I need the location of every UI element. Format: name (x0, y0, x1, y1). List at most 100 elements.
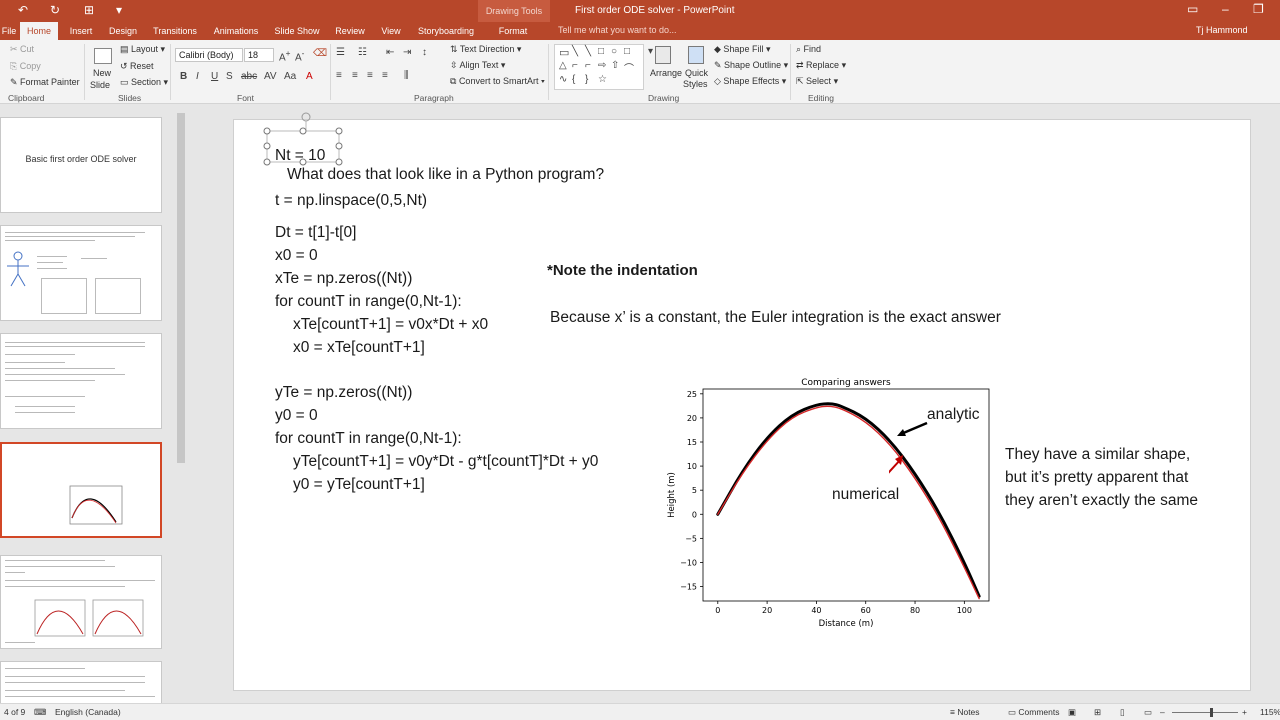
new-slide-icon[interactable] (94, 48, 112, 64)
tab-insert[interactable]: Insert (64, 22, 98, 40)
slide-thumbnail-2[interactable] (0, 225, 162, 321)
code-line[interactable]: for countT in range(0,Nt-1): (275, 430, 462, 448)
rotate-handle[interactable] (301, 112, 311, 122)
normal-view-icon[interactable]: ▣ (1068, 707, 1076, 718)
notes-button[interactable]: ≡ Notes (950, 707, 980, 717)
tab-design[interactable]: Design (104, 22, 142, 40)
code-line[interactable]: t = np.linspace(0,5,Nt) (275, 192, 427, 210)
code-line[interactable]: Dt = t[1]-t[0] (275, 224, 356, 242)
format-painter-button[interactable]: ✎ Format Painter (10, 77, 80, 88)
text-direction-button[interactable]: ⇅ Text Direction ▾ (450, 44, 521, 55)
maximize-icon[interactable]: ❐ (1253, 2, 1264, 16)
scrollbar-thumb[interactable] (177, 113, 185, 463)
resize-handle[interactable] (263, 127, 271, 135)
code-line[interactable]: x0 = 0 (275, 247, 318, 265)
spelling-icon[interactable]: ⌨ (34, 707, 46, 718)
redo-icon[interactable]: ↻ (50, 3, 60, 17)
shape-star-icon[interactable]: ☆ (598, 74, 607, 85)
minimize-icon[interactable]: – (1222, 2, 1229, 16)
resize-handle[interactable] (263, 158, 271, 166)
shape-triangle-icon[interactable]: △ (559, 60, 567, 71)
code-line[interactable]: xTe[countT+1] = v0x*Dt + x0 (293, 316, 488, 334)
convert-smartart-button[interactable]: ⧉ Convert to SmartArt ▾ (450, 76, 545, 87)
align-text-button[interactable]: ⇳ Align Text ▾ (450, 60, 505, 71)
quick-styles-button[interactable]: Quick (685, 68, 708, 78)
shape-freeform-icon[interactable]: ∿ (559, 74, 567, 85)
reading-view-icon[interactable]: ▯ (1120, 707, 1125, 718)
customize-quick-access-icon[interactable]: ▾ (116, 3, 122, 17)
underline-icon[interactable]: U (211, 71, 218, 82)
slide-canvas[interactable]: Nt = 10 What does that look like in a Py… (233, 112, 1251, 691)
ribbon-display-icon[interactable]: ▭ (1187, 2, 1198, 16)
resize-handle[interactable] (263, 142, 271, 150)
layout-button[interactable]: ▤ Layout ▾ (120, 44, 165, 55)
select-button[interactable]: ⇱ Select ▾ (796, 76, 838, 87)
slide-heading[interactable]: What does that look like in a Python pro… (287, 166, 604, 184)
slide-thumbnail-4-selected[interactable] (0, 442, 162, 538)
resize-handle[interactable] (335, 158, 343, 166)
char-spacing-icon[interactable]: AV (264, 71, 277, 82)
arrange-icon[interactable] (655, 46, 671, 64)
slide-sorter-icon[interactable]: ⊞ (1094, 707, 1101, 718)
italic-icon[interactable]: I (196, 71, 199, 82)
section-button[interactable]: ▭ Section ▾ (120, 77, 168, 88)
shrink-font-icon[interactable]: A- (295, 48, 304, 63)
shape-textbox-icon[interactable]: ▭ (559, 46, 569, 59)
slideshow-view-icon[interactable]: ▭ (1144, 707, 1152, 718)
quick-styles-icon[interactable] (688, 46, 704, 64)
code-line[interactable]: for countT in range(0,Nt-1): (275, 293, 462, 311)
nt-textbox[interactable]: Nt = 10 (275, 147, 325, 165)
code-line[interactable]: y0 = 0 (275, 407, 318, 425)
slide-thumbnail-3[interactable] (0, 333, 162, 429)
slide-thumbnail-6[interactable] (0, 661, 162, 703)
gallery-scroll-icon[interactable]: ▾ (648, 46, 653, 57)
indentation-note[interactable]: *Note the indentation (547, 262, 698, 279)
tab-view[interactable]: View (376, 22, 406, 40)
tab-animations[interactable]: Animations (210, 22, 262, 40)
shape-arrow-up-icon[interactable]: ⇧ (611, 60, 619, 71)
thumbnail-scrollbar[interactable] (176, 105, 186, 703)
new-slide-button[interactable]: New (93, 68, 111, 78)
tab-storyboarding[interactable]: Storyboarding (414, 22, 478, 40)
new-slide-button-line2[interactable]: Slide (90, 80, 110, 90)
shape-effects-button[interactable]: ◇ Shape Effects ▾ (714, 76, 786, 87)
comment-line[interactable]: They have a similar shape, (1005, 446, 1190, 464)
reset-button[interactable]: ↺ Reset (120, 61, 154, 72)
tab-home[interactable]: Home (20, 22, 58, 40)
bold-icon[interactable]: B (180, 71, 187, 82)
cut-button[interactable]: ✂ Cut (10, 44, 34, 55)
align-right-icon[interactable]: ≡ (367, 70, 373, 81)
slide-thumbnail-5[interactable] (0, 555, 162, 649)
zoom-level[interactable]: 115% (1260, 707, 1280, 717)
tab-transitions[interactable]: Transitions (150, 22, 200, 40)
undo-icon[interactable]: ↶ (18, 3, 28, 17)
shape-line-icon[interactable]: ╲ (585, 46, 591, 57)
user-name[interactable]: Tj Hammond (1196, 25, 1248, 35)
tab-format[interactable]: Format (490, 22, 536, 40)
code-line[interactable]: y0 = yTe[countT+1] (293, 476, 425, 494)
slide-thumbnail-1[interactable]: Basic first order ODE solver (0, 117, 162, 213)
copy-button[interactable]: ⎘ Copy (10, 61, 41, 72)
zoom-slider-thumb[interactable] (1210, 708, 1213, 717)
align-left-icon[interactable]: ≡ (336, 70, 342, 81)
resize-handle[interactable] (335, 142, 343, 150)
shape-rectangle-icon[interactable]: □ (624, 46, 630, 57)
zoom-in-icon[interactable]: + (1242, 707, 1247, 717)
zoom-slider[interactable] (1172, 712, 1238, 713)
shape-outline-button[interactable]: ✎ Shape Outline ▾ (714, 60, 788, 71)
change-case-icon[interactable]: Aa (284, 71, 296, 82)
quick-styles-button-line2[interactable]: Styles (683, 79, 708, 89)
tab-review[interactable]: Review (332, 22, 368, 40)
replace-button[interactable]: ⇄ Replace ▾ (796, 60, 846, 71)
font-name-field[interactable]: Calibri (Body) (175, 48, 243, 62)
shapes-gallery[interactable]: ▭ ╲ ╲ □ ○ □ △ ⌐ ⌐ ⇨ ⇧ ⌒ ∿ { } ☆ (554, 44, 644, 90)
font-size-field[interactable]: 18 (244, 48, 274, 62)
shape-rectangle-icon[interactable]: □ (598, 46, 604, 57)
grow-font-icon[interactable]: A+ (279, 48, 291, 63)
language-indicator[interactable]: English (Canada) (55, 707, 121, 717)
comment-line[interactable]: but it’s pretty apparent that (1005, 469, 1188, 487)
tab-file[interactable]: File (0, 22, 18, 40)
code-line[interactable]: x0 = xTe[countT+1] (293, 339, 425, 357)
strikethrough-icon[interactable]: abc (241, 71, 257, 82)
shape-oval-icon[interactable]: ○ (611, 46, 617, 57)
